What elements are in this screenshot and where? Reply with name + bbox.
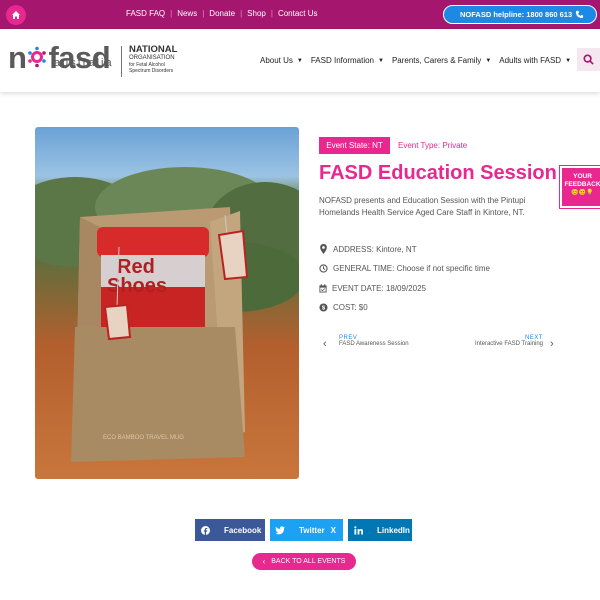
logo-divider [121,46,122,77]
address-text: ADDRESS: Kintore, NT [333,244,417,254]
top-bar: FASD FAQ | News | Donate | Shop | Contac… [0,0,600,29]
nav-fasd-information[interactable]: FASD Information ▼ [311,56,384,65]
chevron-down-icon: ▼ [378,57,384,64]
money-icon: $ [319,303,328,312]
share-twitter-button[interactable]: Twitter X [270,519,343,541]
event-type-label[interactable]: Event Type: Private [398,141,467,150]
feedback-line-2: FEEDBACK [564,181,600,188]
date-text: EVENT DATE: 18/09/2025 [332,284,426,293]
event-title: FASD Education Session [319,162,557,184]
back-to-events-button[interactable]: ‹ BACK TO ALL EVENTS [252,553,356,570]
box-text: ECO BAMBOO TRAVEL MUG [103,435,184,441]
chevron-left-icon: ‹ [262,557,266,566]
home-icon [12,11,20,19]
feedback-emojis: 😊😐💡 [571,190,594,196]
logo-wordmark: n [8,40,27,75]
chevron-down-icon: ▼ [485,57,492,64]
helpline-button[interactable]: NOFASD helpline: 1800 860 613 [443,5,597,24]
separator: | [270,9,273,18]
time-text: GENERAL TIME: Choose if not specific tim… [333,264,490,273]
chevron-down-icon: ▼ [296,57,303,64]
prev-title: FASD Awareness Session [339,341,409,347]
nav-parents-carers[interactable]: Parents, Carers & Family ▼ [392,56,491,65]
nav-label: FASD Information [310,56,374,65]
org-line-2: ORGANISATION [129,55,175,61]
event-state-badge[interactable]: Event State: NT [319,137,390,154]
org-line-4: Spectrum Disorders [129,68,174,74]
facebook-label: Facebook [224,525,262,535]
prev-arrow-icon[interactable]: ‹ [323,338,327,350]
facebook-icon [195,519,215,541]
contact-link[interactable]: Contact Us [278,9,318,18]
event-description: NOFASD presents and Education Session wi… [319,196,526,217]
twitter-label: Twitter [299,525,325,535]
nav-adults-with-fasd[interactable]: Adults with FASD ▼ [499,56,571,65]
donate-link[interactable]: Donate [209,9,235,18]
search-icon [583,54,594,65]
calendar-icon [319,284,327,293]
org-line-1: NATIONAL [129,44,178,55]
logo-subtitle: australia [54,57,114,69]
separator: | [240,9,243,18]
share-linkedin-button[interactable]: LinkedIn [348,519,412,541]
home-button[interactable] [6,5,26,25]
phone-icon [575,10,584,19]
shop-link[interactable]: Shop [247,9,266,18]
cup-text-shoes: Shoes [107,275,167,297]
event-time: GENERAL TIME: Choose if not specific tim… [319,264,490,273]
helpline-label: NOFASD helpline: 1800 860 613 [460,10,573,19]
twitter-icon [270,519,290,541]
cost-text: COST: $0 [333,303,368,312]
faq-link[interactable]: FASD FAQ [126,9,165,18]
prev-event-link[interactable]: PREV FASD Awareness Session [339,335,409,347]
next-title: Interactive FASD Training [474,341,543,347]
event-cost: $ COST: $0 [319,303,368,312]
photo-illustration: Red Shoes ECO BAMBOO TRAVEL MUG [35,167,299,462]
nav-about-us[interactable]: About Us ▼ [260,56,303,65]
search-button[interactable] [577,48,600,71]
nav-label: Adults with FASD [499,56,562,65]
organisation-name: NATIONAL ORGANISATION for Fetal Alcohol … [129,44,178,75]
main-nav: About Us ▼ FASD Information ▼ Parents, Car… [260,56,579,65]
separator: | [202,9,205,18]
feedback-line-1: YOUR [573,173,592,180]
event-date: EVENT DATE: 18/09/2025 [319,284,426,293]
linkedin-icon [348,519,368,541]
event-photo: Red Shoes ECO BAMBOO TRAVEL MUG [35,127,299,479]
clock-icon [319,264,328,273]
map-pin-icon [320,244,327,254]
chevron-down-icon: ▼ [565,57,572,64]
back-label: BACK TO ALL EVENTS [271,558,346,565]
linkedin-label: LinkedIn [377,525,410,535]
event-address: ADDRESS: Kintore, NT [319,244,417,254]
next-arrow-icon[interactable]: › [550,338,554,350]
separator: | [170,9,173,18]
logo-flower-icon [28,46,47,68]
top-links: FASD FAQ | News | Donate | Shop | Contac… [126,9,318,18]
next-event-link[interactable]: NEXT Interactive FASD Training [455,335,543,347]
share-facebook-button[interactable]: Facebook [195,519,265,541]
logo-letter-n: n [8,40,27,75]
x-label: X [330,525,336,535]
feedback-tab[interactable]: YOUR FEEDBACK 😊😐💡 [560,166,600,208]
nav-label: Parents, Carers & Family [391,56,482,65]
news-link[interactable]: News [177,9,197,18]
nav-label: About Us [260,56,293,65]
